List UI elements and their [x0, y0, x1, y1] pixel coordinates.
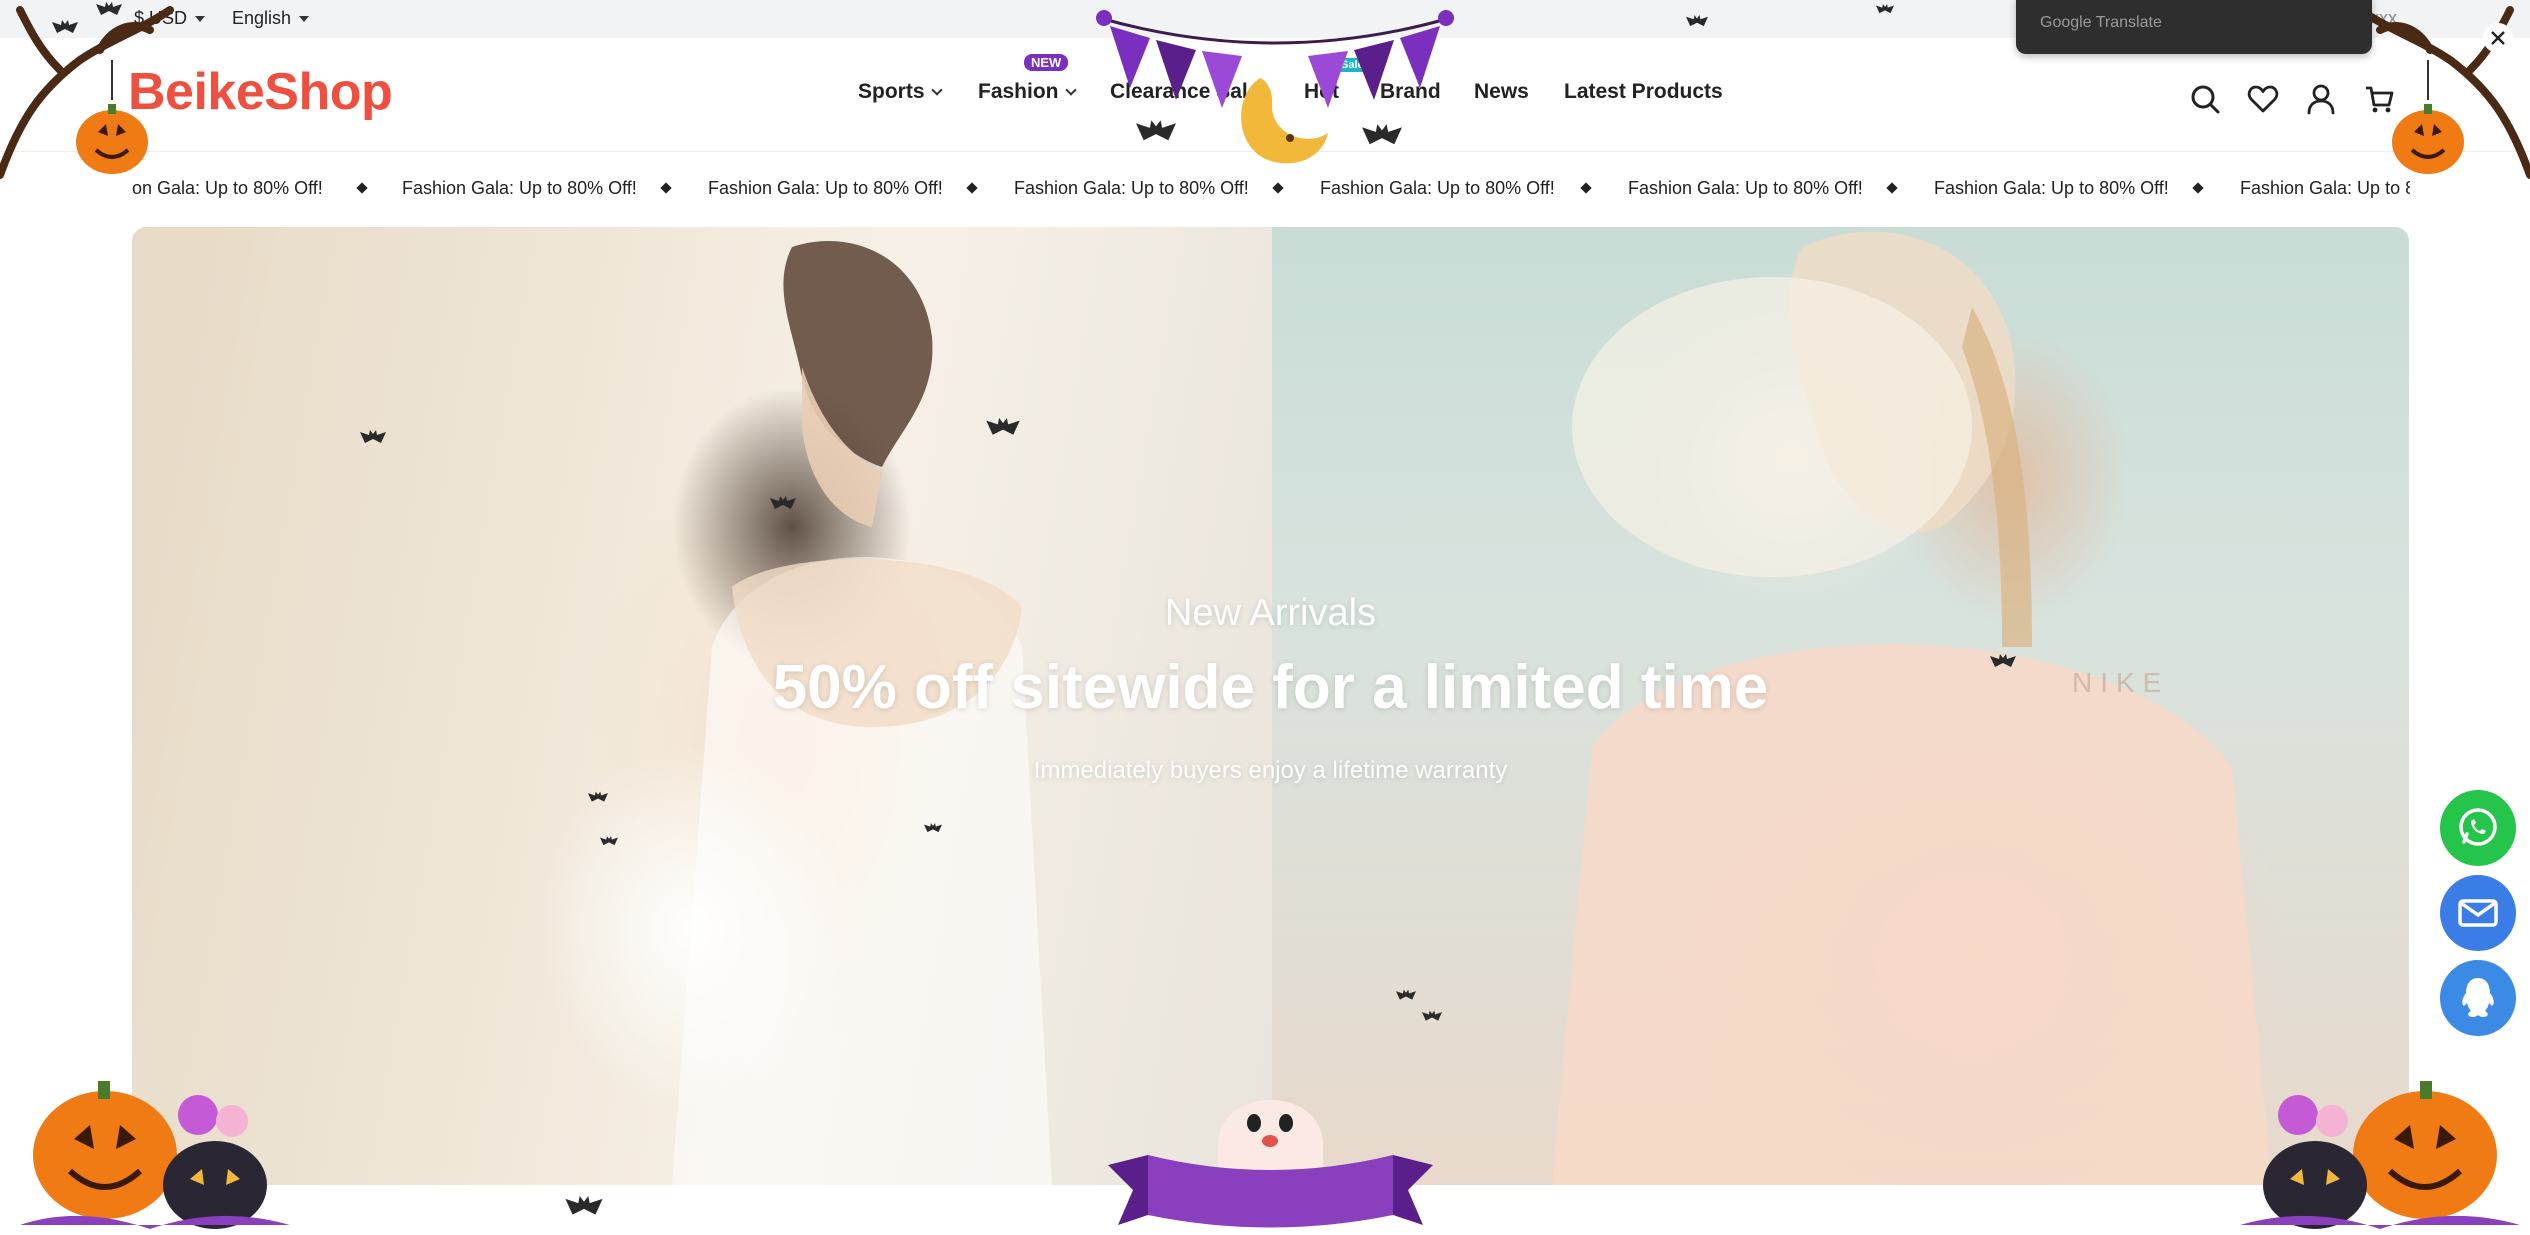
diamond-icon: [356, 182, 368, 194]
bat-icon: [1362, 124, 1402, 145]
banner-title: 50% off sitewide for a limited time: [772, 653, 1769, 722]
bat-icon: [588, 791, 608, 802]
google-translate-label: Google Translate: [2040, 14, 2162, 31]
qq-button[interactable]: [2440, 960, 2516, 1036]
hero-banner[interactable]: NIKE New Arrivals 50% off sitewide for a…: [132, 227, 2409, 1185]
marquee-item: Fashion Gala: Up to 80% Off!: [708, 178, 943, 198]
qq-icon: [2462, 978, 2494, 1017]
pumpkin-cauldron-left: [0, 1045, 300, 1235]
bat-icon: [1396, 989, 1416, 1000]
bat-icon: [1136, 120, 1176, 141]
marquee-item: Fashion Gala: Up to 80% Off!: [402, 178, 637, 198]
diamond-icon: [1580, 182, 1592, 194]
bat-icon: [1422, 1010, 1442, 1021]
nav-label: Latest Products: [1564, 80, 1723, 103]
banner-description: Immediately buyers enjoy a lifetime warr…: [1033, 757, 1508, 784]
bat-icon: [565, 1196, 603, 1215]
nav-label: News: [1474, 80, 1529, 103]
bat-icon: [52, 20, 78, 33]
bat-icon: [1990, 654, 2016, 667]
diamond-icon: [660, 182, 672, 194]
diamond-icon: [1272, 182, 1284, 194]
bat-icon: [360, 430, 386, 443]
whatsapp-button[interactable]: [2440, 790, 2516, 866]
pumpkin-cauldron-right: [2230, 1045, 2530, 1235]
nav-label: Sports: [858, 80, 925, 103]
email-button[interactable]: [2440, 875, 2516, 951]
language-selector[interactable]: English: [232, 8, 310, 29]
heart-icon[interactable]: [2246, 82, 2280, 116]
chevron-down-icon: [930, 84, 943, 96]
nav-item-news[interactable]: News: [1474, 80, 1529, 104]
bat-icon: [770, 496, 796, 509]
bat-icon: [924, 823, 942, 833]
bat-icon: [1876, 4, 1894, 14]
close-icon[interactable]: [2482, 22, 2514, 54]
bunting-decoration: [1090, 8, 1460, 183]
language-label: English: [232, 8, 292, 28]
bat-icon: [986, 418, 1020, 435]
bat-icon: [96, 2, 122, 15]
bat-icon: [1686, 15, 1708, 27]
diamond-icon: [1886, 182, 1898, 194]
nav-label: Fashion: [978, 80, 1059, 103]
nav-item-sports[interactable]: Sports: [858, 80, 943, 104]
email-icon: [2458, 899, 2498, 927]
caret-down-icon: [299, 16, 310, 23]
diamond-icon: [2192, 182, 2204, 194]
ghost-ribbon-decoration: [1108, 1055, 1433, 1235]
marquee-item: Fashion Gala: Up to 80% Off!: [1934, 178, 2169, 198]
tree-pumpkin-left: [0, 0, 200, 185]
search-icon[interactable]: [2188, 82, 2222, 116]
nav-item-latest-products[interactable]: Latest Products: [1564, 80, 1723, 104]
whatsapp-icon: [2459, 808, 2497, 846]
google-translate-widget[interactable]: Google Translate: [2016, 0, 2372, 54]
diamond-icon: [966, 182, 978, 194]
marquee-item: Fashion Gala: Up to 80% Off!: [1628, 178, 1863, 198]
nav-item-fashion[interactable]: Fashion NEW: [978, 54, 1077, 104]
banner-subtitle: New Arrivals: [1164, 592, 1377, 634]
bat-icon: [600, 836, 618, 846]
chevron-down-icon: [1064, 84, 1077, 96]
new-badge: NEW: [1024, 54, 1069, 71]
